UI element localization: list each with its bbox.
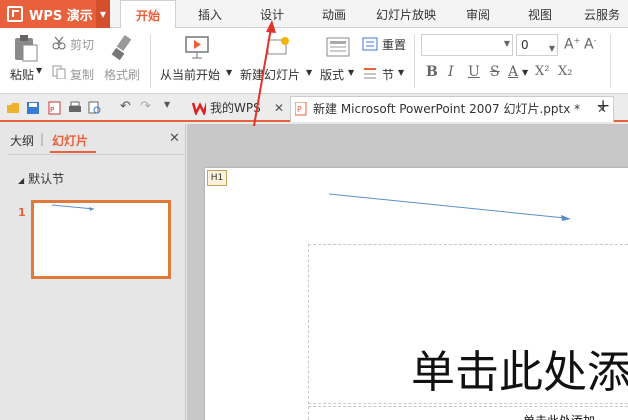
tab-slides[interactable]: 幻灯片 bbox=[52, 132, 88, 149]
shrink-font-label: A bbox=[584, 36, 594, 53]
section-button[interactable]: 节 bbox=[382, 66, 394, 83]
doc-tab-presentation[interactable]: P 新建 Microsoft PowerPoint 2007 幻灯片.pptx … bbox=[290, 96, 614, 122]
font-color-button[interactable]: A bbox=[508, 64, 518, 80]
copy-icon bbox=[52, 65, 66, 79]
save-icon[interactable] bbox=[26, 101, 40, 115]
slideshow-icon[interactable] bbox=[184, 34, 210, 60]
font-family-select[interactable]: ▼ bbox=[421, 34, 513, 56]
panel-divider bbox=[8, 154, 184, 155]
undo-icon[interactable]: ↶ bbox=[120, 99, 131, 114]
print-preview-icon[interactable] bbox=[88, 101, 102, 115]
ribbon-separator bbox=[610, 34, 611, 88]
chevron-down-icon: ▼ bbox=[548, 44, 555, 53]
pptx-file-icon: P bbox=[295, 102, 307, 116]
tab-animation[interactable]: 动画 bbox=[310, 0, 358, 28]
section-name: 默认节 bbox=[28, 172, 65, 186]
close-icon[interactable]: ✕ bbox=[274, 96, 284, 120]
grow-font-button[interactable]: A+ bbox=[564, 36, 580, 53]
slide-number: 1 bbox=[18, 206, 26, 219]
tab-view[interactable]: 视图 bbox=[518, 0, 562, 28]
chevron-down-icon[interactable]: ▼ bbox=[522, 68, 528, 77]
active-tab-indicator bbox=[50, 151, 96, 153]
italic-button[interactable]: I bbox=[448, 64, 454, 80]
layout-icon[interactable] bbox=[326, 36, 350, 60]
paste-dropdown-icon[interactable]: ▼ bbox=[36, 66, 42, 75]
folder-icon[interactable] bbox=[6, 101, 20, 115]
app-name: WPS 演示 bbox=[29, 8, 93, 24]
section-icon bbox=[364, 68, 376, 79]
chevron-down-icon[interactable]: ▼ bbox=[348, 68, 354, 77]
redo-icon[interactable]: ↷ bbox=[140, 99, 151, 114]
tab-outline[interactable]: 大纲 bbox=[10, 132, 34, 149]
ribbon-separator bbox=[150, 34, 151, 88]
format-painter-icon bbox=[111, 34, 132, 60]
copy-button[interactable]: 复制 bbox=[70, 66, 94, 83]
chevron-down-icon[interactable]: ▼ bbox=[306, 68, 312, 77]
title-placeholder[interactable]: 单击此处添 bbox=[411, 336, 628, 400]
new-slide-button[interactable]: 新建幻灯片 bbox=[240, 66, 300, 83]
from-current-button[interactable]: 从当前开始 bbox=[160, 66, 220, 83]
document-tab-bar: P ↶ ↷ ▼ 我的WPS ✕ P 新建 Microsoft PowerPoin… bbox=[0, 94, 628, 122]
tab-divider: | bbox=[40, 132, 45, 146]
collapse-triangle-icon[interactable]: ◢ bbox=[18, 176, 24, 185]
svg-text:P: P bbox=[50, 106, 54, 114]
slide-thumbnail[interactable] bbox=[31, 200, 171, 279]
grow-font-label: A bbox=[564, 36, 574, 53]
strikethrough-button[interactable]: S bbox=[490, 64, 500, 80]
ribbon-separator bbox=[414, 34, 415, 88]
export-pdf-icon[interactable]: P bbox=[48, 101, 62, 115]
chevron-down-icon: ▼ bbox=[503, 39, 510, 48]
print-icon[interactable] bbox=[68, 101, 82, 115]
doc-tab-label: 我的WPS bbox=[210, 101, 261, 115]
tab-cloud[interactable]: 云服务 bbox=[578, 0, 626, 28]
new-slide-icon[interactable] bbox=[266, 36, 290, 60]
chevron-down-icon[interactable]: ▼ bbox=[96, 0, 110, 28]
font-size-value: 0 bbox=[521, 38, 529, 52]
scissors-icon bbox=[52, 36, 66, 50]
chevron-down-icon[interactable]: ▼ bbox=[398, 68, 404, 77]
format-painter-button[interactable]: 格式刷 bbox=[104, 66, 140, 83]
close-icon[interactable]: ✕ bbox=[169, 131, 180, 146]
layout-button[interactable]: 版式 bbox=[320, 66, 344, 83]
reset-button[interactable]: 重置 bbox=[382, 36, 406, 53]
tab-review[interactable]: 审阅 bbox=[456, 0, 500, 28]
new-tab-button[interactable]: + bbox=[596, 96, 610, 116]
bold-button[interactable]: B bbox=[426, 64, 438, 80]
thumbnail-preview bbox=[51, 204, 95, 211]
paste-button[interactable]: 粘贴 bbox=[10, 66, 34, 83]
tab-home[interactable]: 开始 bbox=[120, 0, 176, 29]
wps-logo-icon bbox=[192, 102, 206, 115]
slide-editor: H1 单击此处添 单击此处添加 bbox=[187, 124, 628, 420]
quick-access-dropdown-icon[interactable]: ▼ bbox=[164, 100, 170, 109]
slides-panel: 大纲 | 幻灯片 ✕ ◢ 默认节 1 bbox=[0, 124, 186, 420]
subscript-button[interactable]: X₂ bbox=[558, 64, 572, 79]
ribbon-home: 粘贴 ▼ 剪切 复制 格式刷 从当前开始 ▼ 新建幻灯片 ▼ 版式 ▼ 重置 节… bbox=[0, 28, 628, 94]
section-header[interactable]: ◢ 默认节 bbox=[18, 170, 64, 187]
reset-icon bbox=[362, 37, 378, 51]
wps-logo-icon bbox=[7, 6, 23, 22]
doc-tab-my-wps[interactable]: 我的WPS ✕ bbox=[210, 96, 290, 120]
cut-button[interactable]: 剪切 bbox=[70, 36, 94, 53]
app-menu-button[interactable]: WPS 演示 ▼ bbox=[0, 0, 110, 28]
svg-text:P: P bbox=[297, 105, 302, 114]
paste-icon[interactable] bbox=[12, 34, 38, 62]
font-size-select[interactable]: 0 ▼ bbox=[516, 34, 558, 56]
menu-bar: WPS 演示 ▼ 开始 插入 设计 动画 幻灯片放映 审阅 视图 云服务 bbox=[0, 0, 628, 29]
tab-slideshow[interactable]: 幻灯片放映 bbox=[372, 0, 440, 28]
underline-button[interactable]: U bbox=[468, 64, 480, 80]
superscript-button[interactable]: X² bbox=[535, 64, 549, 79]
shrink-font-button[interactable]: A- bbox=[584, 36, 596, 53]
doc-tab-label: 新建 Microsoft PowerPoint 2007 幻灯片.pptx * bbox=[313, 102, 581, 116]
subtitle-placeholder[interactable]: 单击此处添加 bbox=[523, 412, 595, 420]
tab-design[interactable]: 设计 bbox=[248, 0, 296, 28]
chevron-down-icon[interactable]: ▼ bbox=[226, 68, 232, 77]
tab-insert[interactable]: 插入 bbox=[186, 0, 234, 28]
